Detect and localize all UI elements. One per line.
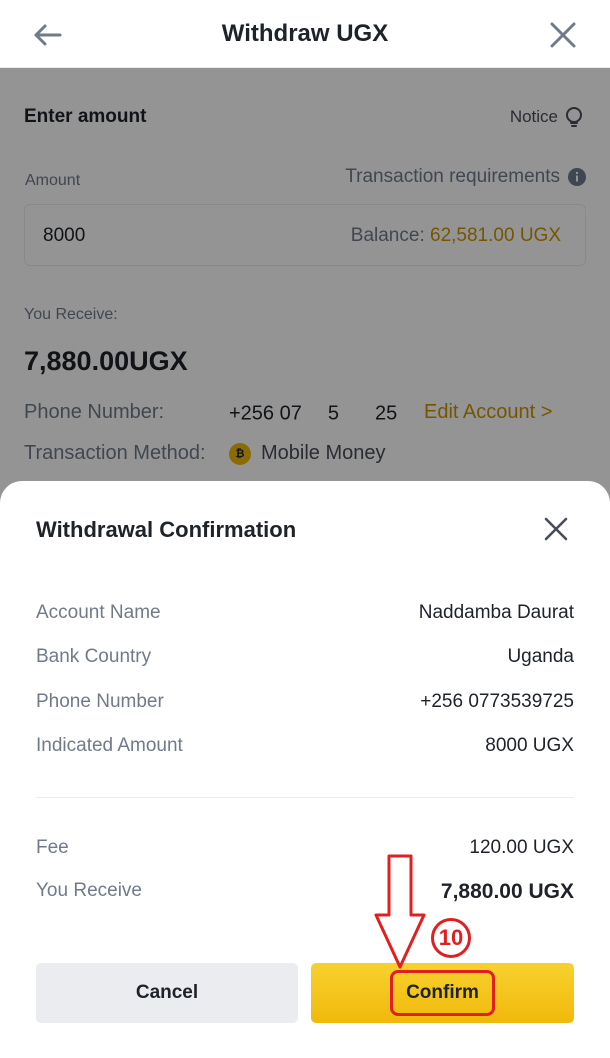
sheet-title: Withdrawal Confirmation — [36, 517, 297, 542]
detail-row-phone-number: Phone Number +256 0773539725 — [36, 691, 574, 713]
detail-row-account-name: Account Name Naddamba Daurat — [36, 602, 574, 624]
detail-label: Indicated Amount — [36, 735, 183, 756]
page-title: Withdraw UGX — [221, 19, 389, 47]
detail-value: Uganda — [507, 646, 574, 667]
withdrawal-confirmation-sheet: Withdrawal Confirmation Account Name Nad… — [0, 481, 610, 1058]
header-bar: Withdraw UGX — [0, 0, 610, 68]
confirm-highlight-box: Confirm — [390, 970, 495, 1016]
you-receive-value: 7,880.00 UGX — [440, 880, 574, 903]
fee-value: 120.00 UGX — [469, 837, 574, 858]
detail-label: Account Name — [36, 602, 161, 623]
cancel-button[interactable]: Cancel — [36, 963, 298, 1023]
detail-row-indicated-amount: Indicated Amount 8000 UGX — [36, 735, 574, 757]
detail-label: Bank Country — [36, 646, 152, 667]
detail-value: 8000 UGX — [485, 735, 574, 756]
confirm-button[interactable]: Confirm — [311, 963, 574, 1023]
confirm-label: Confirm — [406, 982, 479, 1003]
divider — [36, 797, 574, 798]
detail-label: Phone Number — [36, 691, 164, 712]
back-arrow-icon[interactable] — [30, 18, 66, 52]
detail-value: Naddamba Daurat — [418, 602, 574, 623]
close-icon[interactable] — [542, 515, 570, 543]
fee-label: Fee — [36, 837, 69, 858]
detail-value: +256 0773539725 — [420, 691, 574, 712]
you-receive-row: You Receive 7,880.00 UGX — [36, 880, 574, 904]
fee-row: Fee 120.00 UGX — [36, 837, 574, 859]
step-number-badge: 10 — [431, 918, 471, 958]
you-receive-label: You Receive — [36, 880, 142, 901]
close-icon[interactable] — [546, 18, 580, 52]
down-arrow-annotation-icon — [374, 854, 426, 969]
detail-row-bank-country: Bank Country Uganda — [36, 646, 574, 668]
